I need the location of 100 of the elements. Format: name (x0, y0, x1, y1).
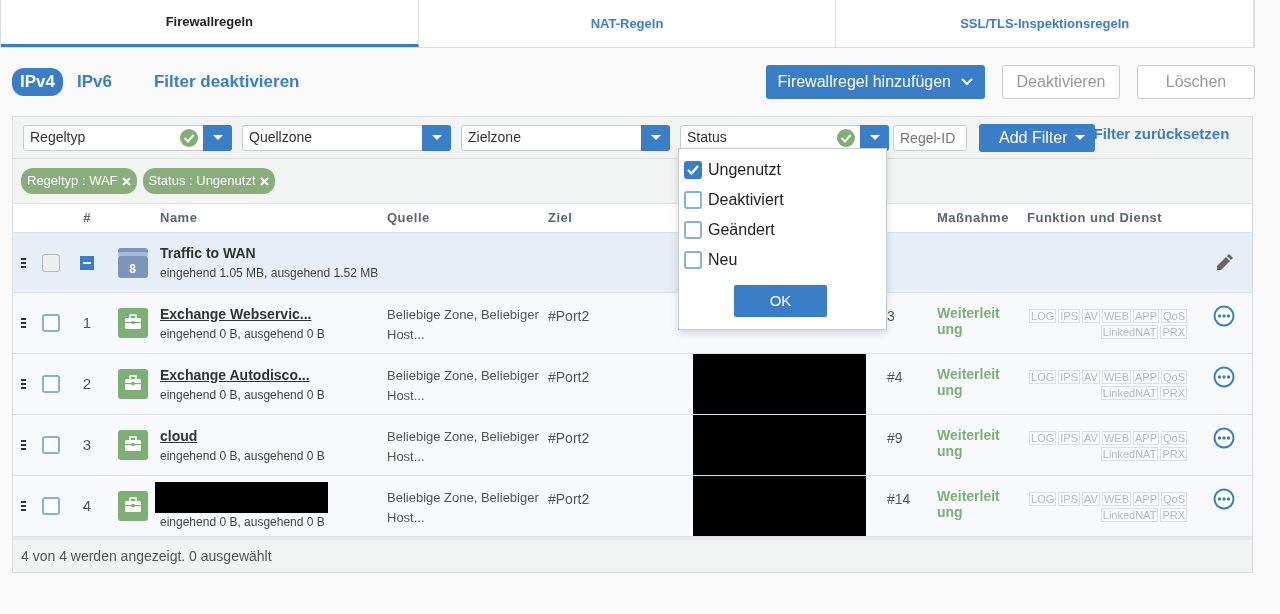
filter-select[interactable]: Regeltyp (23, 124, 232, 151)
checkbox[interactable] (42, 436, 60, 454)
briefcase-icon (117, 308, 148, 338)
source-text: Beliebige Zone, Beliebiger Host... (387, 306, 540, 344)
feature-tag: LinkedNAT (1100, 508, 1159, 522)
status-text: 4 von 4 werden angezeigt. 0 ausgewählt (12, 537, 1253, 573)
feature-tag: LinkedNAT (1100, 386, 1159, 400)
reset-filters-link[interactable]: Filter zurücksetzen (1093, 123, 1230, 146)
option-label[interactable]: Deaktiviert (708, 188, 784, 212)
feature-tag: APP (1132, 309, 1159, 323)
caret-icon (212, 135, 223, 140)
briefcase-icon (117, 491, 148, 521)
column-header: Maßnahme (937, 209, 1010, 228)
feature-tag: QoS (1161, 492, 1187, 506)
service-text: 3 (886, 307, 896, 326)
feature-tag: WEB (1101, 492, 1131, 506)
feature-tag: QoS (1161, 431, 1187, 445)
feature-tag: LOG (1029, 309, 1057, 323)
close-icon (259, 176, 269, 186)
checkbox[interactable] (42, 497, 60, 515)
drag-handle-icon (20, 318, 26, 328)
feature-tag: IPS (1058, 309, 1081, 323)
option-label[interactable]: Geändert (708, 218, 775, 242)
filter-select[interactable]: Zielzone (461, 124, 670, 151)
destination-text: #Port2 (548, 490, 590, 509)
collapse-icon[interactable] (80, 255, 94, 270)
checkbox[interactable] (42, 253, 60, 272)
checkbox[interactable] (42, 314, 60, 332)
checkbox[interactable] (684, 161, 702, 179)
destination-text: #Port2 (548, 307, 590, 326)
rule-name-link[interactable]: Exchange Autodisco... (160, 364, 310, 386)
action-text: Weiterleitung (937, 426, 1001, 459)
caret-icon (650, 135, 661, 140)
rule-number: 4 (81, 495, 93, 516)
checkbox[interactable] (684, 221, 702, 239)
feature-tag: AV (1082, 370, 1100, 384)
rule-number: 2 (81, 373, 93, 394)
more-icon[interactable] (1212, 427, 1235, 449)
action-text: Weiterleitung (937, 487, 1001, 520)
drag-handle-icon (20, 440, 26, 450)
feature-tag: PRX (1160, 447, 1187, 461)
briefcase-icon (117, 369, 148, 399)
close-icon (121, 176, 131, 186)
filter-chip[interactable]: Status : Ungenutzt (142, 168, 275, 194)
filter-toggle-link[interactable]: Filter deaktivieren (147, 68, 306, 96)
rule-number: 3 (81, 434, 93, 455)
feature-tag: LOG (1029, 431, 1057, 445)
filter-chip[interactable]: Regeltyp : WAF (21, 168, 137, 194)
destination-text: #Port2 (548, 368, 590, 387)
pencil-icon[interactable] (1214, 253, 1233, 272)
feature-tag: LinkedNAT (1100, 447, 1159, 461)
feature-tag: IPS (1058, 431, 1081, 445)
caret-icon (431, 135, 442, 140)
checkbox[interactable] (42, 375, 60, 393)
service-text: #9 (886, 429, 904, 448)
action-text: Weiterleitung (937, 365, 1001, 398)
more-icon[interactable] (1212, 305, 1235, 327)
feature-tag: IPS (1058, 370, 1081, 384)
column-header: # (82, 209, 92, 228)
caret-icon (961, 78, 973, 86)
rule-name-link[interactable]: cloud (160, 425, 198, 447)
caret-icon (1075, 135, 1086, 140)
traffic-stats: eingehend 1.05 MB, ausgehend 1.52 MB (160, 265, 380, 282)
checkbox[interactable] (684, 251, 702, 269)
ip-version-toggle[interactable]: IPv4 (12, 68, 63, 96)
column-header: Funktion und Dienst (1027, 209, 1164, 228)
drag-handle-icon (20, 501, 26, 511)
service-text: #14 (886, 490, 912, 509)
feature-tag: APP (1132, 492, 1159, 506)
feature-tag: WEB (1101, 370, 1131, 384)
destination-text: #Port2 (548, 429, 590, 448)
filter-select[interactable]: Status (680, 124, 889, 151)
feature-tag: QoS (1161, 370, 1187, 384)
column-header: Ziel (548, 209, 574, 228)
ip-version-toggle[interactable]: IPv6 (69, 68, 120, 96)
tab[interactable]: Firewallregeln (1, 0, 419, 47)
checkbox[interactable] (684, 191, 702, 209)
option-label[interactable]: Neu (708, 248, 738, 272)
feature-tag: QoS (1161, 309, 1187, 323)
filter-select[interactable]: Quellzone (242, 124, 451, 151)
traffic-stats: eingehend 0 B, ausgehend 0 B (160, 386, 326, 404)
traffic-stats: eingehend 0 B, ausgehend 0 B (160, 447, 326, 465)
feature-tag: PRX (1160, 386, 1187, 400)
add-rule-button[interactable]: Firewallregel hinzufügen (765, 65, 985, 99)
feature-tag: PRX (1160, 325, 1187, 339)
more-icon[interactable] (1212, 488, 1235, 510)
rule-id-field[interactable]: Regel-ID (893, 124, 967, 151)
source-text: Beliebige Zone, Beliebiger Host... (387, 489, 540, 527)
ok-button[interactable]: OK (734, 285, 827, 317)
feature-tag: AV (1082, 309, 1100, 323)
rule-name-link[interactable]: Exchange Webservic... (160, 303, 312, 325)
caret-icon (869, 135, 880, 140)
feature-tag: AV (1082, 431, 1100, 445)
more-icon[interactable] (1212, 366, 1235, 388)
rule-number: 1 (81, 312, 93, 333)
option-label[interactable]: Ungenutzt (708, 158, 781, 182)
add-filter-button[interactable]: Add Filter (979, 123, 1096, 152)
drag-handle-icon (20, 379, 26, 389)
feature-tag: AV (1082, 492, 1100, 506)
feature-tag: PRX (1160, 508, 1187, 522)
